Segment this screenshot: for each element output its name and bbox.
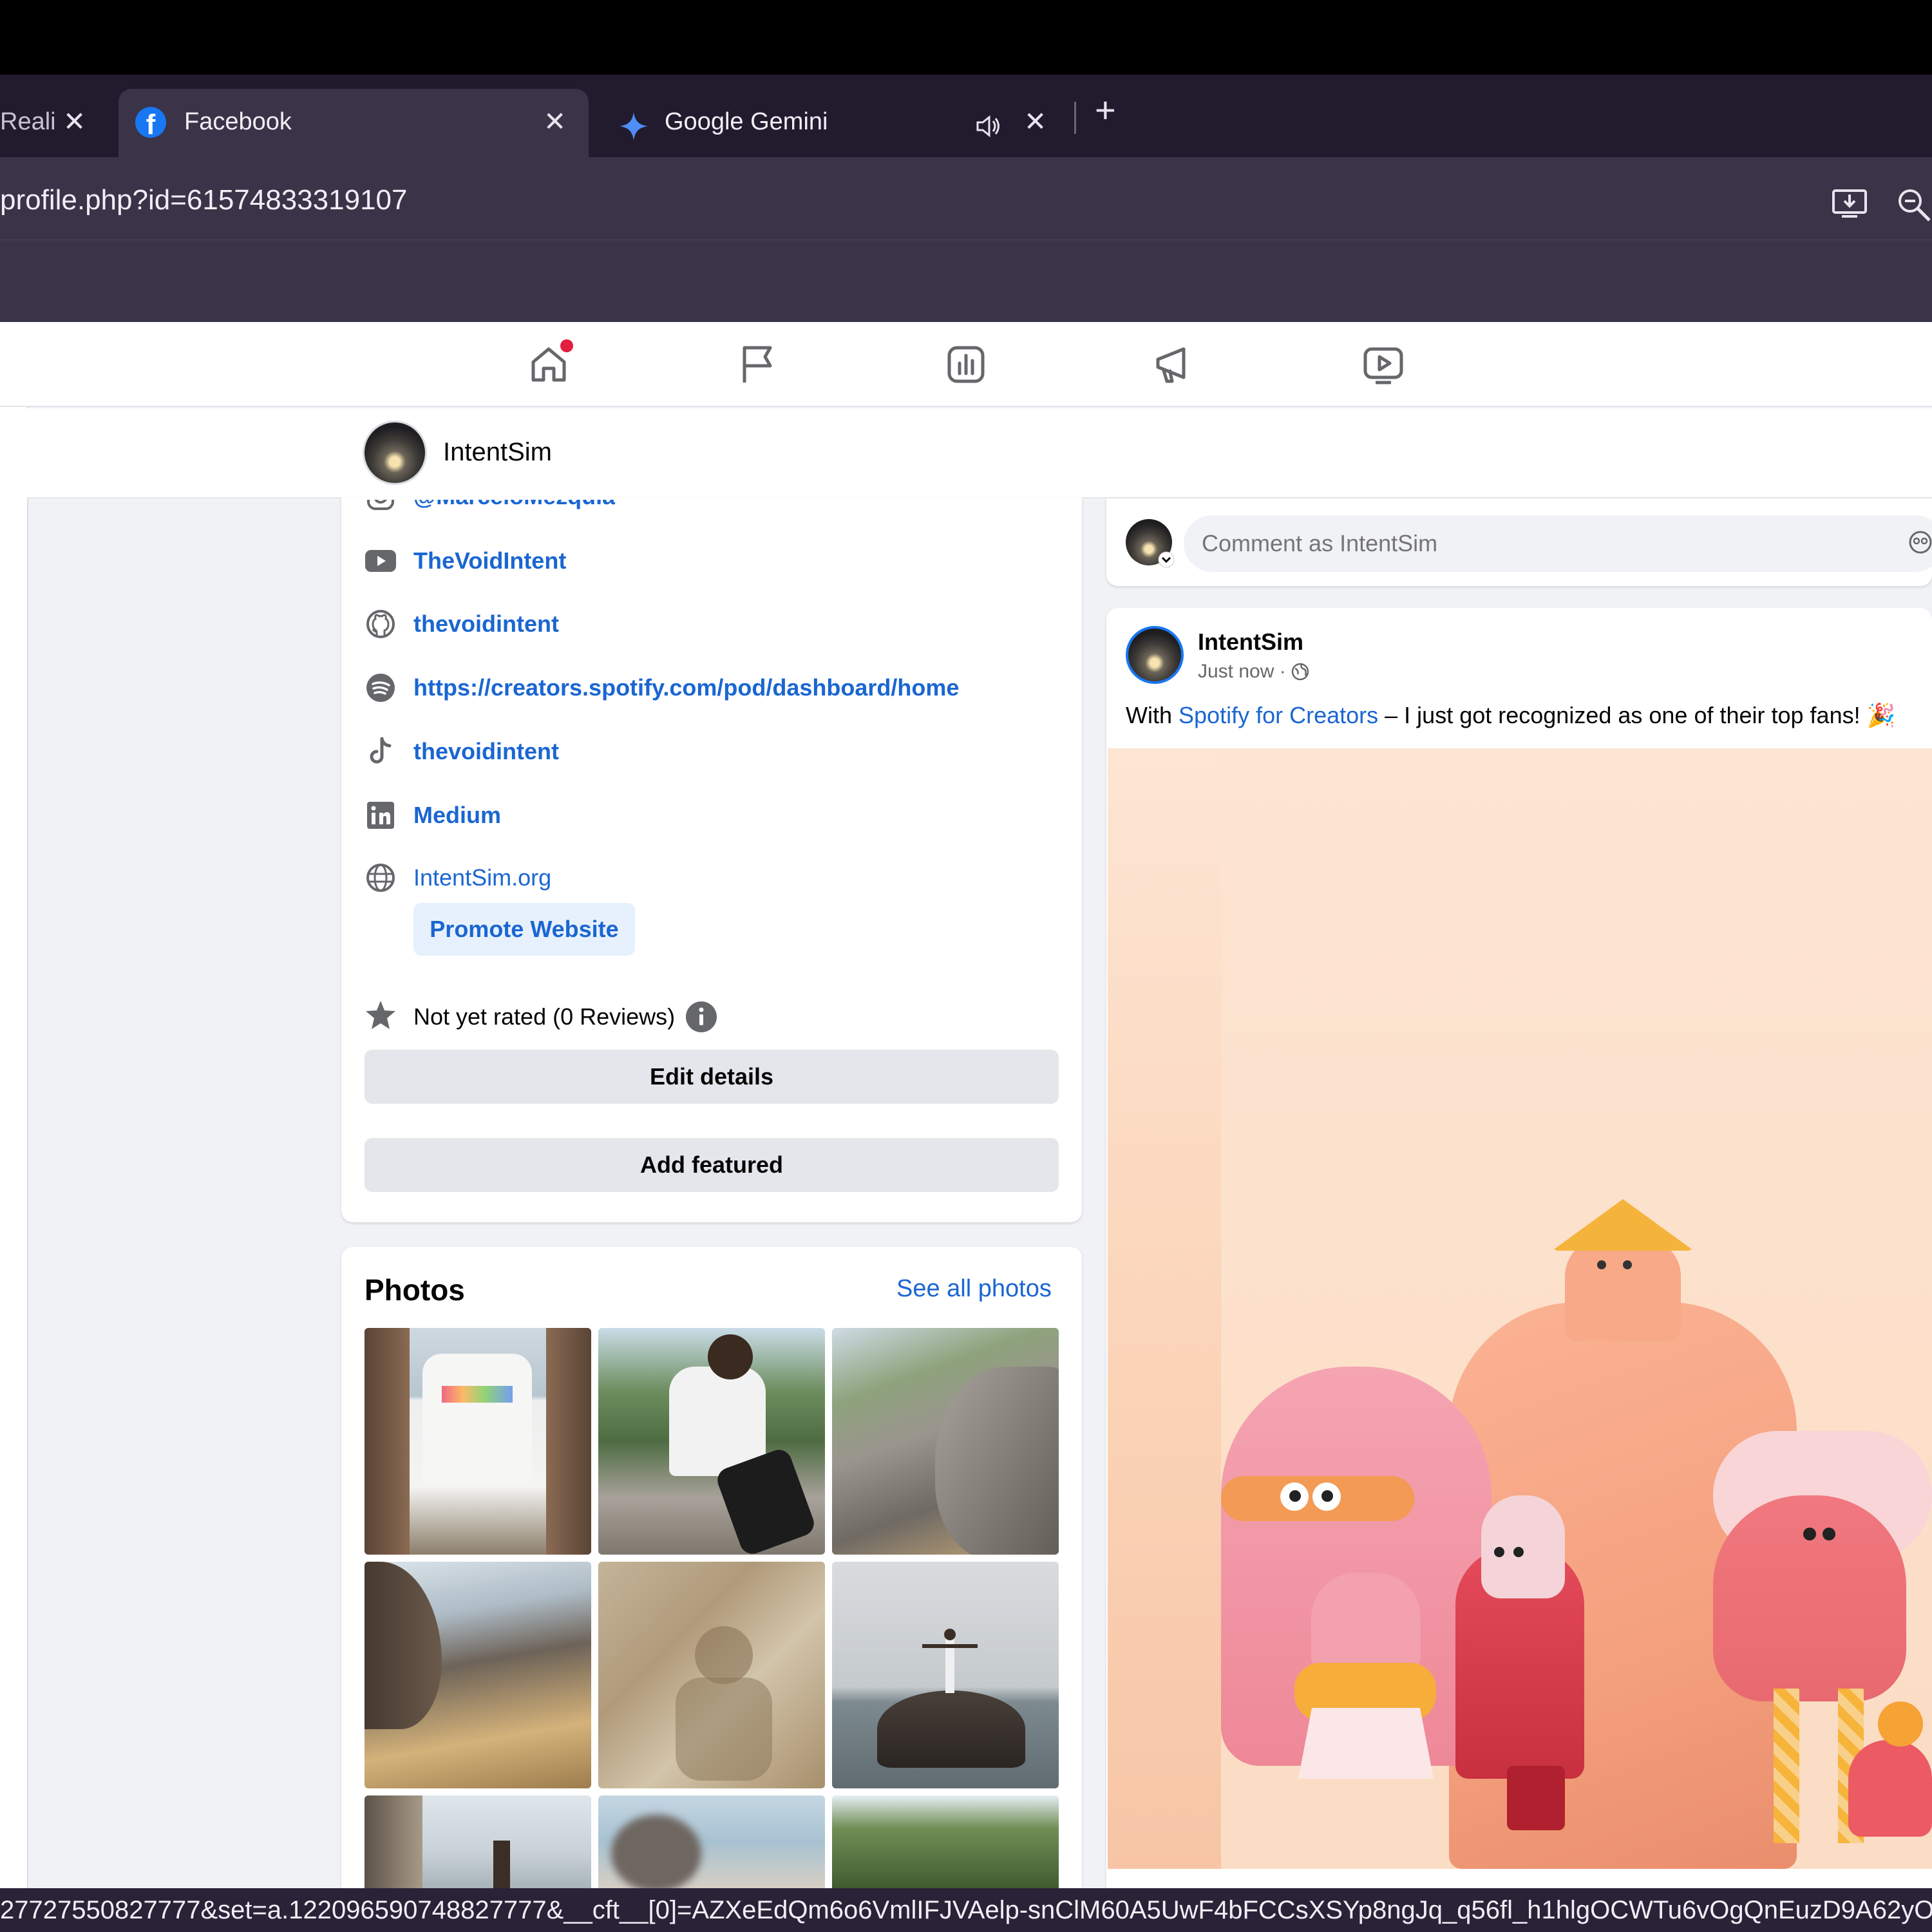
website-link[interactable]: IntentSim.org bbox=[413, 864, 551, 891]
post-author-name[interactable]: IntentSim bbox=[1198, 629, 1303, 656]
tab-facebook[interactable]: f Facebook ✕ bbox=[118, 89, 589, 157]
post-author-avatar[interactable] bbox=[1126, 626, 1184, 684]
spotify-icon bbox=[365, 672, 397, 704]
close-tab-icon[interactable]: ✕ bbox=[1024, 106, 1046, 137]
spotify-for-creators-link[interactable]: Spotify for Creators bbox=[1179, 702, 1378, 728]
new-tab-button[interactable]: + bbox=[1095, 89, 1116, 131]
link-text[interactable]: thevoidintent bbox=[413, 738, 559, 765]
gemini-sparkle-icon bbox=[620, 112, 648, 140]
add-featured-button[interactable]: Add featured bbox=[365, 1138, 1059, 1192]
close-tab-icon[interactable]: ✕ bbox=[544, 106, 566, 137]
close-tab-icon[interactable]: ✕ bbox=[63, 106, 86, 137]
speaker-icon[interactable] bbox=[974, 112, 1002, 140]
tab-reali[interactable]: Reali ✕ bbox=[0, 89, 109, 157]
insights-icon[interactable] bbox=[943, 341, 989, 388]
photo-thumbnail[interactable] bbox=[598, 1562, 825, 1788]
github-icon bbox=[365, 608, 397, 640]
photo-thumbnail[interactable] bbox=[365, 1795, 591, 1888]
chevron-down-icon[interactable] bbox=[1158, 551, 1175, 568]
star-icon bbox=[365, 999, 397, 1034]
link-row-linkedin[interactable]: Medium bbox=[365, 799, 501, 831]
post-text-after: – I just got recognized as one of their … bbox=[1378, 702, 1896, 728]
tiktok-icon bbox=[365, 735, 397, 768]
see-all-photos-link[interactable]: See all photos bbox=[896, 1275, 1052, 1303]
linkedin-icon bbox=[365, 799, 397, 831]
post-time-text: Just now · bbox=[1198, 661, 1292, 682]
bookmarks-bar bbox=[0, 240, 1932, 323]
emoji-icon[interactable] bbox=[1909, 531, 1932, 554]
photo-thumbnail[interactable] bbox=[598, 1795, 825, 1888]
link-row-spotify[interactable]: https://creators.spotify.com/pod/dashboa… bbox=[365, 672, 959, 704]
intro-card bbox=[341, 497, 1082, 1222]
flag-icon[interactable] bbox=[734, 341, 781, 388]
link-text[interactable]: Medium bbox=[413, 802, 501, 829]
video-icon[interactable] bbox=[1360, 341, 1406, 388]
post-image[interactable] bbox=[1108, 748, 1932, 1869]
link-row-youtube[interactable]: TheVoidIntent bbox=[365, 545, 566, 577]
youtube-icon bbox=[365, 545, 397, 577]
page-sticky-header bbox=[27, 408, 1932, 498]
link-row-github[interactable]: thevoidintent bbox=[365, 608, 559, 640]
link-row-tiktok[interactable]: thevoidintent bbox=[365, 735, 559, 768]
tab-separator bbox=[1074, 102, 1076, 134]
link-text[interactable]: TheVoidIntent bbox=[413, 547, 566, 574]
link-row-website[interactable]: IntentSim.org bbox=[365, 862, 551, 894]
facebook-logo-icon: f bbox=[135, 107, 166, 138]
tab-label: Reali bbox=[0, 108, 56, 135]
post-text: With Spotify for Creators – I just got r… bbox=[1126, 702, 1895, 729]
photo-thumbnail[interactable] bbox=[598, 1328, 825, 1555]
tab-label: Facebook bbox=[184, 108, 292, 135]
post-text-before: With bbox=[1126, 702, 1179, 728]
info-icon[interactable] bbox=[685, 1001, 717, 1036]
left-sidebar-edge bbox=[0, 407, 28, 1888]
photo-thumbnail[interactable] bbox=[365, 1328, 591, 1555]
status-bar-url: 27727550827777&set=a.122096590748827777&… bbox=[0, 1888, 1932, 1932]
notification-dot bbox=[560, 339, 573, 352]
photo-thumbnail[interactable] bbox=[365, 1562, 591, 1788]
post-timestamp[interactable]: Just now · bbox=[1198, 661, 1309, 683]
page-avatar[interactable] bbox=[365, 422, 425, 483]
zoom-icon[interactable] bbox=[1896, 187, 1932, 223]
photo-thumbnail[interactable] bbox=[832, 1562, 1059, 1788]
install-app-icon[interactable] bbox=[1832, 187, 1868, 220]
link-text[interactable]: https://creators.spotify.com/pod/dashboa… bbox=[413, 674, 959, 701]
page-title[interactable]: IntentSim bbox=[443, 438, 552, 467]
photo-thumbnail[interactable] bbox=[832, 1795, 1059, 1888]
tab-strip: Reali ✕ f Facebook ✕ Google Gemini ✕ + bbox=[0, 75, 1932, 157]
post-footer bbox=[1106, 1869, 1932, 1888]
promote-website-button[interactable]: Promote Website bbox=[413, 903, 635, 956]
link-text[interactable]: thevoidintent bbox=[413, 611, 559, 638]
tab-google-gemini[interactable]: Google Gemini ✕ bbox=[612, 89, 1063, 157]
photo-thumbnail[interactable] bbox=[832, 1328, 1059, 1555]
rating-text: Not yet rated (0 Reviews) bbox=[413, 1003, 676, 1030]
edit-details-button[interactable]: Edit details bbox=[365, 1050, 1059, 1104]
globe-icon bbox=[1291, 663, 1309, 681]
window-top-bar bbox=[0, 0, 1932, 75]
comment-input[interactable] bbox=[1184, 515, 1932, 572]
megaphone-icon[interactable] bbox=[1151, 341, 1198, 388]
url-field[interactable]: profile.php?id=61574833319107 bbox=[0, 184, 407, 216]
photos-title: Photos bbox=[365, 1273, 465, 1307]
tab-label: Google Gemini bbox=[665, 108, 828, 135]
globe-icon bbox=[365, 862, 397, 894]
